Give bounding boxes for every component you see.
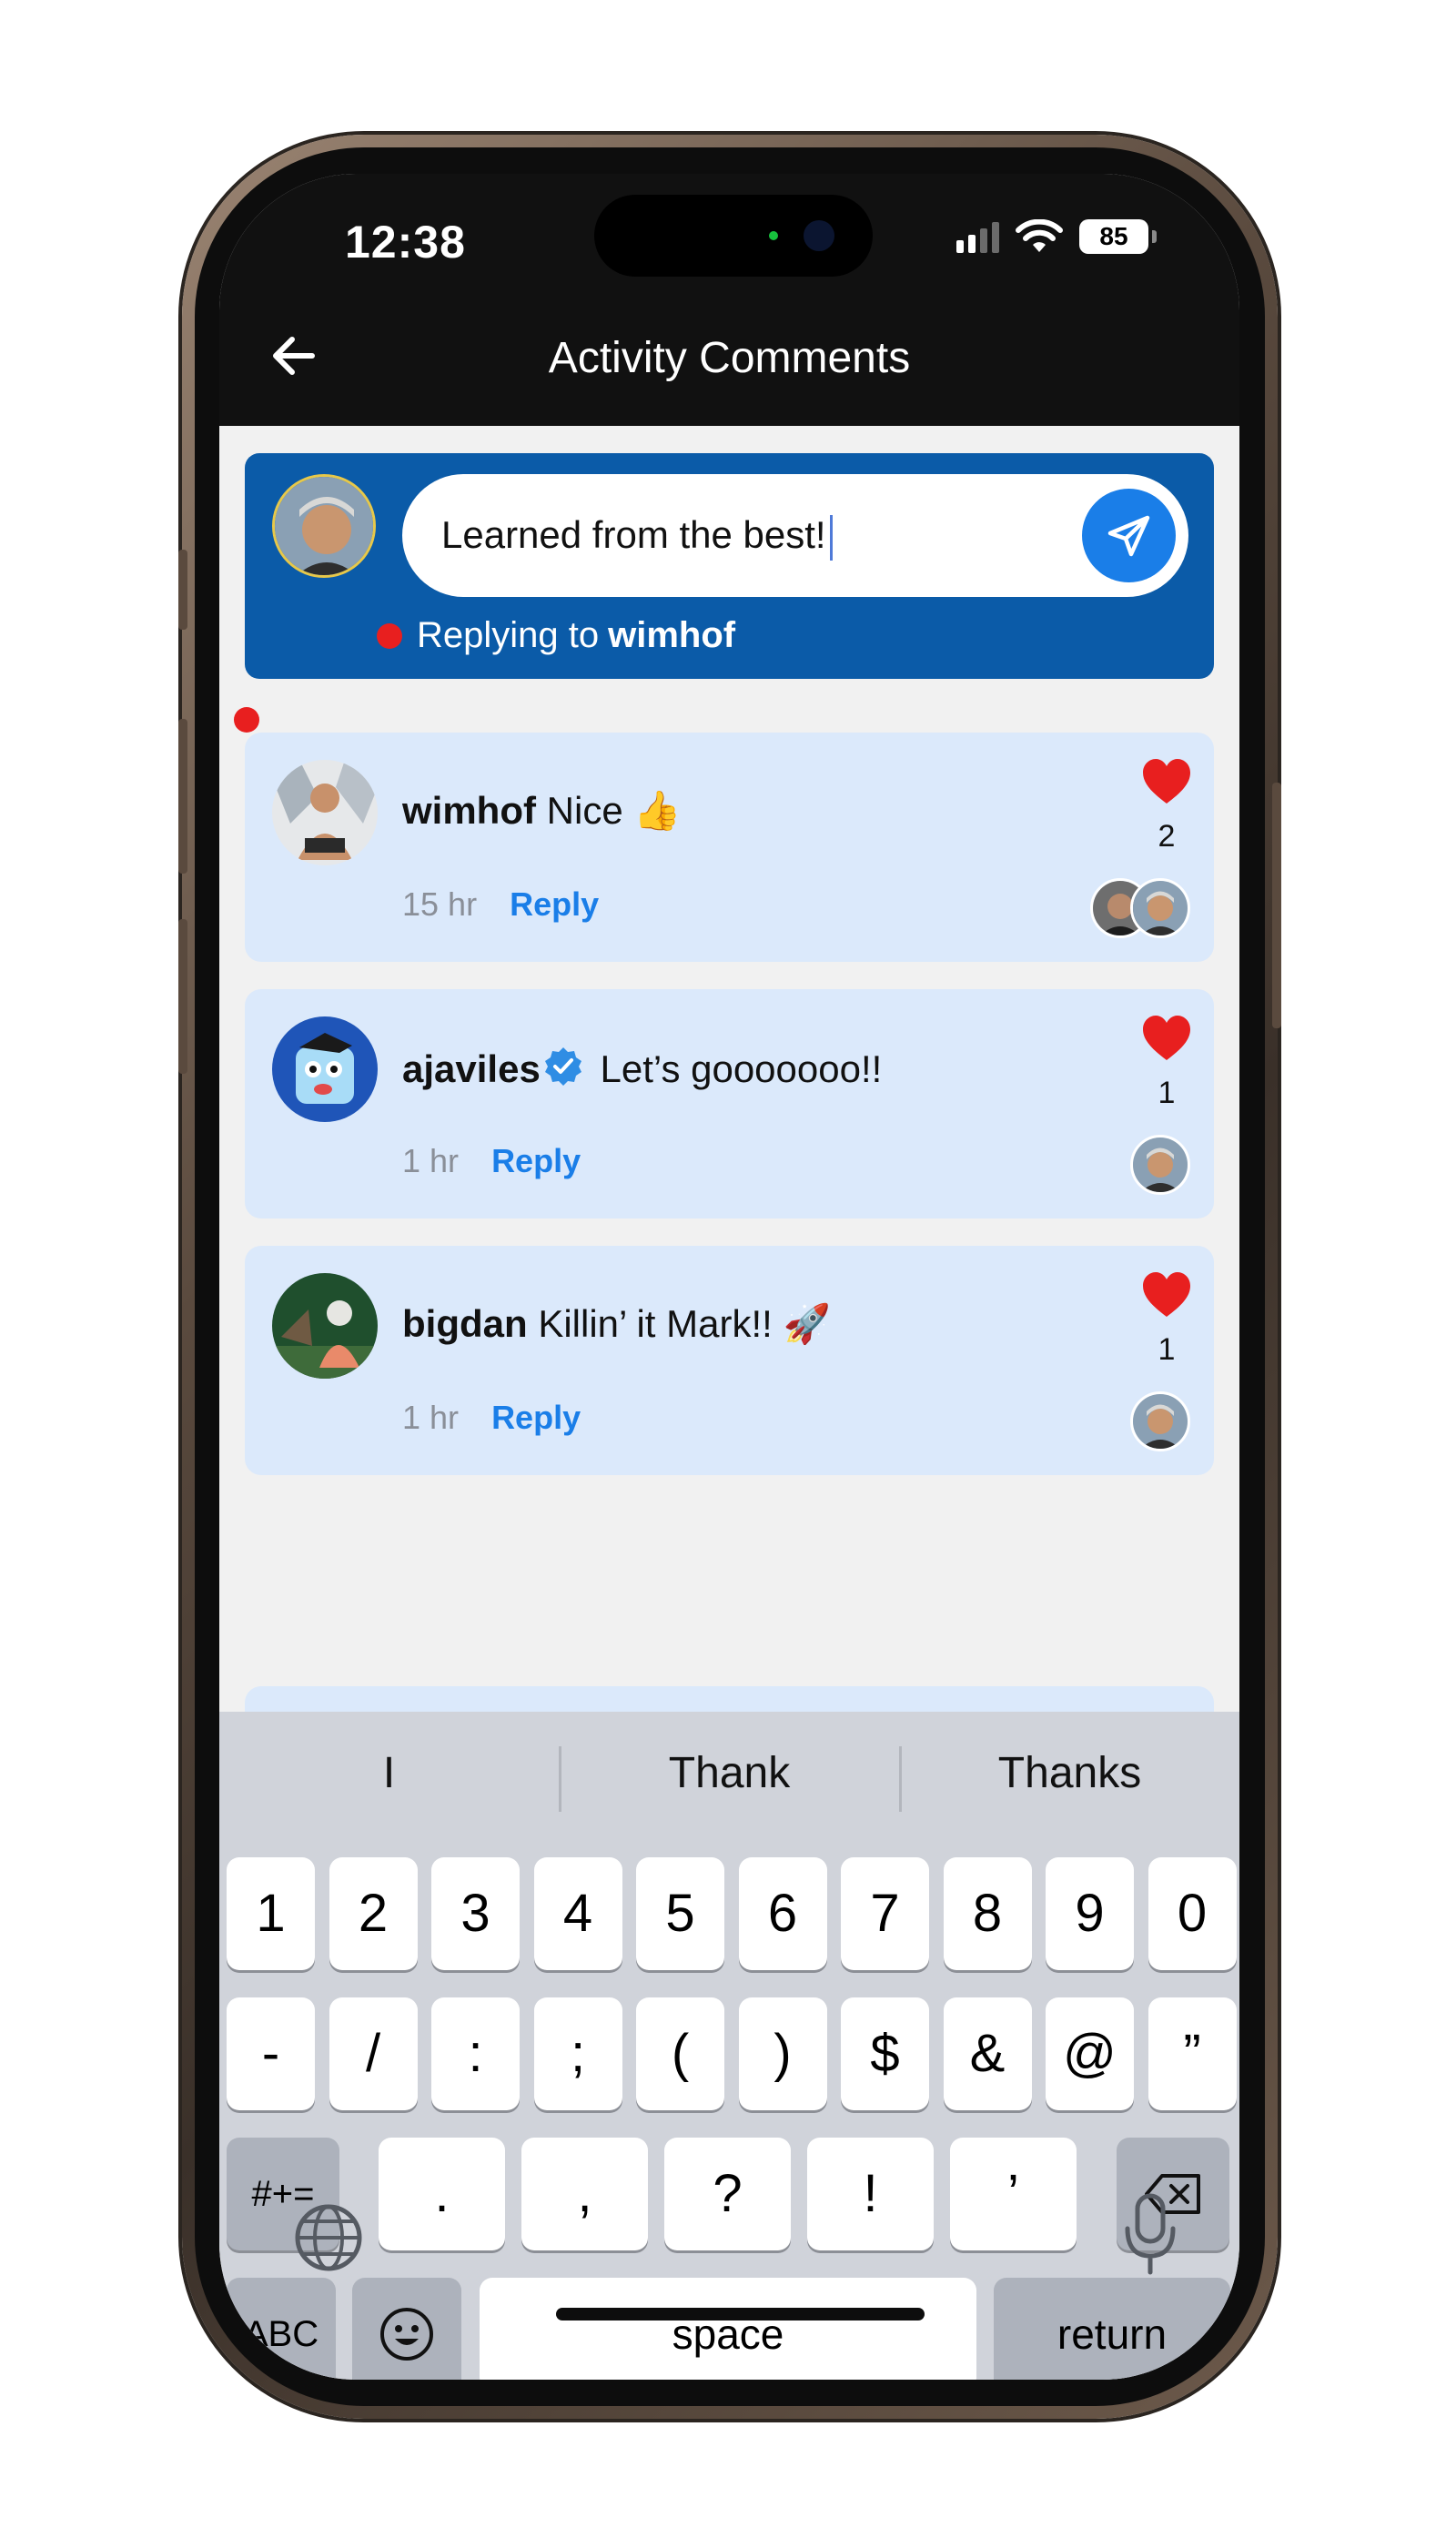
comment-username[interactable]: wimhof — [402, 789, 536, 832]
cellular-signal-icon — [956, 220, 999, 253]
replying-dot — [377, 622, 402, 649]
punctuation-key[interactable]: ’ — [950, 2138, 1077, 2250]
volume-up-button — [178, 719, 187, 874]
number-key[interactable]: 2 — [329, 1857, 418, 1970]
symbol-key[interactable]: & — [943, 1997, 1032, 2110]
suggestion-item[interactable]: Thanks — [900, 1748, 1239, 1798]
punctuation-key[interactable]: ! — [807, 2138, 934, 2250]
comment-card: wimhof Nice 👍 15 hr Reply 2 — [245, 733, 1214, 962]
punctuation-key[interactable]: , — [521, 2138, 648, 2250]
number-key[interactable]: 7 — [841, 1857, 929, 1970]
heart-icon[interactable] — [1141, 758, 1192, 805]
reply-composer: Learned from the best! Replying to wimho… — [245, 453, 1214, 679]
number-key[interactable]: 8 — [943, 1857, 1032, 1970]
commenter-avatar[interactable] — [272, 1273, 378, 1379]
liker-avatar — [1130, 1391, 1190, 1451]
liker-avatars[interactable] — [1090, 878, 1190, 938]
comment-username[interactable]: bigdan — [402, 1302, 528, 1345]
number-key[interactable]: 5 — [636, 1857, 724, 1970]
on-screen-keyboard: I Thank Thanks 1 2 3 4 5 6 7 8 9 0- /:;() $ & @” #+=.,… — [219, 1712, 1239, 2380]
commenter-avatar[interactable] — [272, 1016, 378, 1122]
reply-button[interactable]: Reply — [491, 1399, 581, 1436]
heart-icon[interactable] — [1141, 1015, 1192, 1062]
comment-card: ajaviles Let’s gooooooo!! 1 hr Reply 1 — [245, 989, 1214, 1218]
abc-key[interactable]: ABC — [227, 2278, 336, 2380]
symbol-key[interactable]: ; — [533, 1997, 622, 2110]
number-key[interactable]: 6 — [738, 1857, 827, 1970]
punctuation-key[interactable]: ? — [664, 2138, 791, 2250]
number-key[interactable]: 0 — [1148, 1857, 1237, 1970]
like-count: 2 — [1158, 819, 1176, 854]
action-button — [178, 550, 187, 630]
replying-prefix: Replying to — [417, 615, 600, 655]
comment-body: Killin’ it Mark!! 🚀 — [538, 1302, 831, 1345]
liker-avatars[interactable] — [1130, 1391, 1190, 1451]
comment-timestamp: 1 hr — [402, 1399, 460, 1436]
reply-button[interactable]: Reply — [510, 885, 599, 923]
volume-down-button — [178, 919, 187, 1074]
like-count: 1 — [1158, 1076, 1176, 1110]
heart-icon[interactable] — [1141, 1271, 1192, 1319]
emoji-key[interactable] — [352, 2278, 461, 2380]
emoji-icon — [380, 2308, 433, 2361]
wifi-icon — [1016, 219, 1063, 252]
return-key[interactable]: return — [994, 2278, 1230, 2380]
symbol-key[interactable]: / — [329, 1997, 418, 2110]
comment-input-value: Learned from the best! — [441, 513, 826, 556]
phone-screen: 12:38 85 Activity Comments Learned from … — [219, 174, 1239, 2380]
front-camera — [804, 220, 834, 251]
liker-avatar — [1130, 878, 1190, 938]
punctuation-key[interactable]: . — [379, 2138, 505, 2250]
unread-dot — [234, 707, 259, 733]
symbol-key[interactable]: ” — [1148, 1997, 1237, 2110]
comment-body: Let’s gooooooo!! — [600, 1047, 883, 1090]
microphone-icon[interactable] — [1120, 2192, 1180, 2276]
number-key[interactable]: 3 — [431, 1857, 520, 1970]
verified-badge-icon — [544, 1047, 581, 1086]
comment-username[interactable]: ajaviles — [402, 1047, 541, 1090]
liker-avatar — [1130, 1135, 1190, 1195]
symbol-key[interactable]: @ — [1046, 1997, 1134, 2110]
comment-card: bigdan Killin’ it Mark!! 🚀 1 hr Reply 1 — [245, 1246, 1214, 1475]
like-count: 1 — [1158, 1332, 1176, 1367]
status-time: 12:38 — [345, 217, 466, 268]
send-icon — [1107, 515, 1150, 557]
comment-timestamp: 1 hr — [402, 1142, 460, 1179]
send-button[interactable] — [1082, 489, 1176, 582]
symbol-key[interactable]: $ — [841, 1997, 929, 2110]
comment-body: Nice 👍 — [546, 789, 682, 832]
suggestion-bar: I Thank Thanks — [219, 1712, 1239, 1848]
reply-button[interactable]: Reply — [491, 1142, 581, 1179]
suggestion-item[interactable]: I — [219, 1748, 559, 1798]
globe-icon[interactable] — [292, 2201, 365, 2274]
symbol-key[interactable]: ( — [636, 1997, 724, 2110]
camera-indicator — [769, 231, 778, 240]
suggestion-item[interactable]: Thank — [560, 1748, 899, 1798]
status-icons: 85 — [956, 219, 1157, 254]
home-indicator[interactable] — [556, 2308, 925, 2320]
number-key[interactable]: 1 — [227, 1857, 315, 1970]
number-key[interactable]: 4 — [533, 1857, 622, 1970]
symbol-key[interactable]: - — [227, 1997, 315, 2110]
replying-indicator: Replying to wimhof — [377, 615, 735, 656]
comment-timestamp: 15 hr — [402, 885, 478, 923]
commenter-avatar[interactable] — [272, 760, 378, 865]
text-caret — [829, 514, 833, 561]
battery-icon: 85 — [1079, 219, 1157, 254]
replying-username: wimhof — [608, 615, 736, 655]
space-key[interactable]: space — [480, 2278, 976, 2380]
liker-avatars[interactable] — [1130, 1135, 1190, 1195]
current-user-avatar — [272, 474, 376, 578]
symbol-key[interactable]: : — [431, 1997, 520, 2110]
header-bar: 12:38 85 Activity Comments — [219, 174, 1239, 426]
symbol-key[interactable]: ) — [738, 1997, 827, 2110]
page-title: Activity Comments — [548, 334, 911, 382]
number-key[interactable]: 9 — [1046, 1857, 1134, 1970]
power-button — [1272, 783, 1281, 1028]
dynamic-island — [594, 195, 873, 277]
comment-input[interactable]: Learned from the best! — [402, 474, 1188, 597]
